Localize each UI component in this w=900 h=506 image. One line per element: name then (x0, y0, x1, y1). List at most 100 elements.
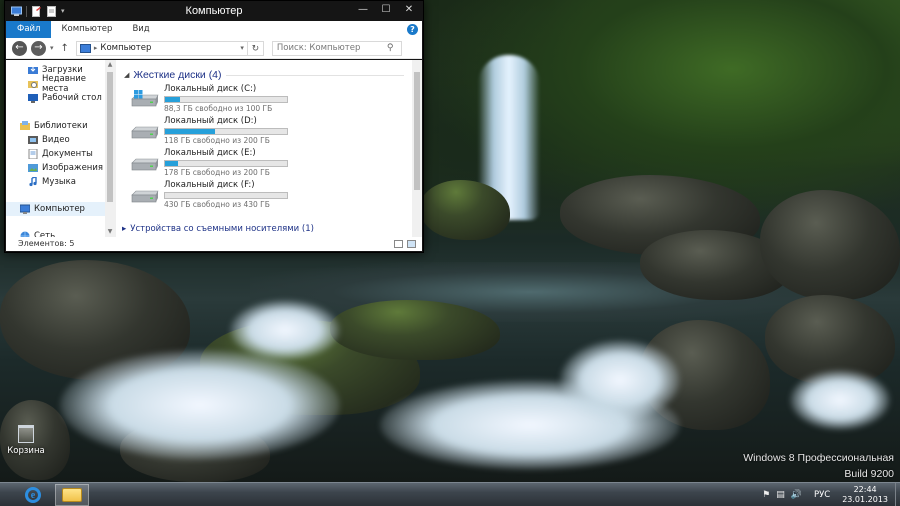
drive-free-space: 430 ГБ свободно из 430 ГБ (164, 200, 270, 209)
computer-app-icon[interactable] (11, 6, 22, 17)
quick-access-toolbar: ▾ (5, 5, 65, 17)
forward-button[interactable]: → (31, 40, 46, 56)
search-placeholder: Поиск: Компьютер (276, 43, 361, 53)
toolbar-separator (26, 5, 27, 17)
action-center-flag-icon[interactable]: ⚑ (762, 490, 770, 500)
nav-item-label: Библиотеки (34, 121, 88, 131)
group-header-removable[interactable]: ▸ Устройства со съемными носителями (1) (122, 224, 314, 234)
nav-item-pictures[interactable]: Изображения (6, 161, 115, 175)
network-status-icon[interactable]: ▤ (776, 490, 785, 500)
music-icon (29, 177, 37, 187)
clock-time: 22:44 (853, 485, 877, 494)
navpane-scroll-thumb[interactable] (107, 72, 113, 202)
nav-item-computer[interactable]: Компьютер (6, 202, 115, 216)
wallpaper-foam (230, 300, 340, 360)
nav-item-recent-places[interactable]: Недавние места (6, 74, 115, 94)
tab-file[interactable]: Файл (6, 21, 52, 38)
navigation-pane: Загрузки Недавние места Рабочий стол Биб… (6, 60, 116, 241)
status-bar: Элементов: 5 (6, 237, 422, 251)
input-language[interactable]: РУС (814, 490, 830, 500)
volume-icon[interactable]: 🔊 (791, 490, 802, 500)
downloads-icon (28, 66, 38, 74)
computer-icon (79, 43, 91, 53)
recycle-bin-desktop-icon[interactable]: Корзина (6, 425, 46, 456)
maximize-button[interactable]: ☐ (376, 3, 396, 17)
nav-item-label: Изображения (42, 163, 104, 173)
desktop-icon (28, 94, 38, 103)
nav-item-libraries[interactable]: Библиотеки (6, 119, 115, 133)
drive-free-space: 88,3 ГБ свободно из 100 ГБ (164, 104, 273, 113)
hard-drive-icon (131, 190, 159, 203)
drive-usage-fill (165, 97, 180, 102)
address-dropdown-icon[interactable]: ▾ (240, 44, 247, 52)
taskbar-internet-explorer[interactable]: e (16, 484, 50, 506)
drive-name: Локальный диск (F:) (164, 180, 255, 190)
drive-usage-fill (165, 161, 179, 166)
drive-usage-bar (164, 192, 288, 199)
hard-drive-icon (131, 158, 159, 171)
drive-usage-bar (164, 128, 288, 135)
help-icon[interactable]: ? (407, 24, 418, 35)
back-button[interactable]: ← (12, 40, 27, 56)
up-arrow-icon[interactable]: ↑ (58, 43, 72, 54)
minimize-button[interactable]: — (353, 3, 373, 17)
video-icon (28, 136, 38, 144)
wallpaper-foam (790, 370, 890, 430)
tab-view[interactable]: Вид (122, 21, 159, 38)
breadcrumb-chevron-icon[interactable]: ▸ (94, 44, 98, 52)
wallpaper-foam (560, 340, 680, 420)
pictures-icon (28, 164, 38, 172)
customize-toolbar-icon[interactable]: ▾ (61, 7, 65, 15)
drive-item[interactable]: Локальный диск (C:) 88,3 ГБ свободно из 1… (130, 84, 422, 116)
nav-item-video[interactable]: Видео (6, 133, 115, 147)
drive-item[interactable]: Локальный диск (F:) 430 ГБ свободно из 43… (130, 180, 422, 212)
nav-item-label: Видео (42, 135, 70, 145)
refresh-icon[interactable]: ↻ (247, 40, 264, 56)
close-button[interactable]: ✕ (399, 3, 419, 17)
tab-computer[interactable]: Компьютер (51, 21, 122, 38)
main-scrollbar[interactable] (412, 60, 422, 237)
collapse-chevron-icon[interactable]: ◢ (124, 71, 129, 79)
drive-info: Локальный диск (F:) 430 ГБ свободно из 43… (164, 180, 288, 210)
navpane-scrollbar[interactable]: ▲ ▼ (105, 60, 115, 237)
nav-item-label: Музыка (42, 177, 76, 187)
main-pane: ◢ Жесткие диски (4) Локальный диск (C:) 8… (116, 60, 422, 237)
drive-usage-fill (165, 129, 216, 134)
show-desktop-button[interactable] (895, 483, 900, 506)
nav-item-music[interactable]: Музыка (6, 175, 115, 189)
drive-free-space: 118 ГБ свободно из 200 ГБ (164, 136, 270, 145)
scroll-up-arrow-icon[interactable]: ▲ (105, 60, 115, 70)
group-header-hard-drives[interactable]: ◢ Жесткие диски (4) (124, 66, 422, 84)
drive-item[interactable]: Локальный диск (E:) 178 ГБ свободно из 20… (130, 148, 422, 180)
drive-free-space: 178 ГБ свободно из 200 ГБ (164, 168, 270, 177)
main-scroll-thumb[interactable] (414, 72, 420, 190)
drive-info: Локальный диск (C:) 88,3 ГБ свободно из 1… (164, 84, 288, 114)
properties-icon[interactable] (31, 5, 42, 17)
recent-locations-chevron-icon[interactable]: ▾ (50, 44, 54, 52)
explorer-window: ▾ Компьютер — ☐ ✕ Файл Компьютер Вид ? ←… (4, 0, 424, 253)
scroll-down-arrow-icon[interactable]: ▼ (105, 227, 115, 237)
search-input[interactable]: Поиск: Компьютер ⚲ (271, 40, 402, 56)
address-field[interactable]: ▸ Компьютер ▾ (75, 40, 248, 56)
drive-item[interactable]: Локальный диск (D:) 118 ГБ свободно из 20… (130, 116, 422, 148)
address-path: Компьютер (100, 43, 152, 53)
computer-icon (20, 204, 30, 214)
address-bar: ← → ▾ ↑ ▸ Компьютер ▾ ↻ Поиск: Компьютер… (6, 38, 422, 59)
nav-item-desktop[interactable]: Рабочий стол (6, 91, 115, 105)
drive-usage-bar (164, 160, 288, 167)
drive-usage-bar (164, 96, 288, 103)
window-controls: — ☐ ✕ (353, 3, 419, 17)
title-bar[interactable]: ▾ Компьютер — ☐ ✕ (5, 1, 423, 21)
new-folder-icon[interactable] (46, 5, 57, 17)
taskbar-file-explorer[interactable] (55, 484, 89, 506)
clock-date: 23.01.2013 (842, 495, 888, 504)
internet-explorer-icon: e (25, 487, 41, 503)
clock[interactable]: 22:44 23.01.2013 (842, 485, 888, 505)
expand-chevron-icon[interactable]: ▸ (122, 224, 126, 234)
view-switcher (394, 240, 416, 248)
wallpaper-foam (60, 350, 340, 460)
nav-item-documents[interactable]: Документы (6, 147, 115, 161)
system-tray: ⚑ ▤ 🔊 РУС 22:44 23.01.2013 (762, 483, 900, 506)
details-view-icon[interactable] (394, 240, 403, 248)
large-icons-view-icon[interactable] (407, 240, 416, 248)
